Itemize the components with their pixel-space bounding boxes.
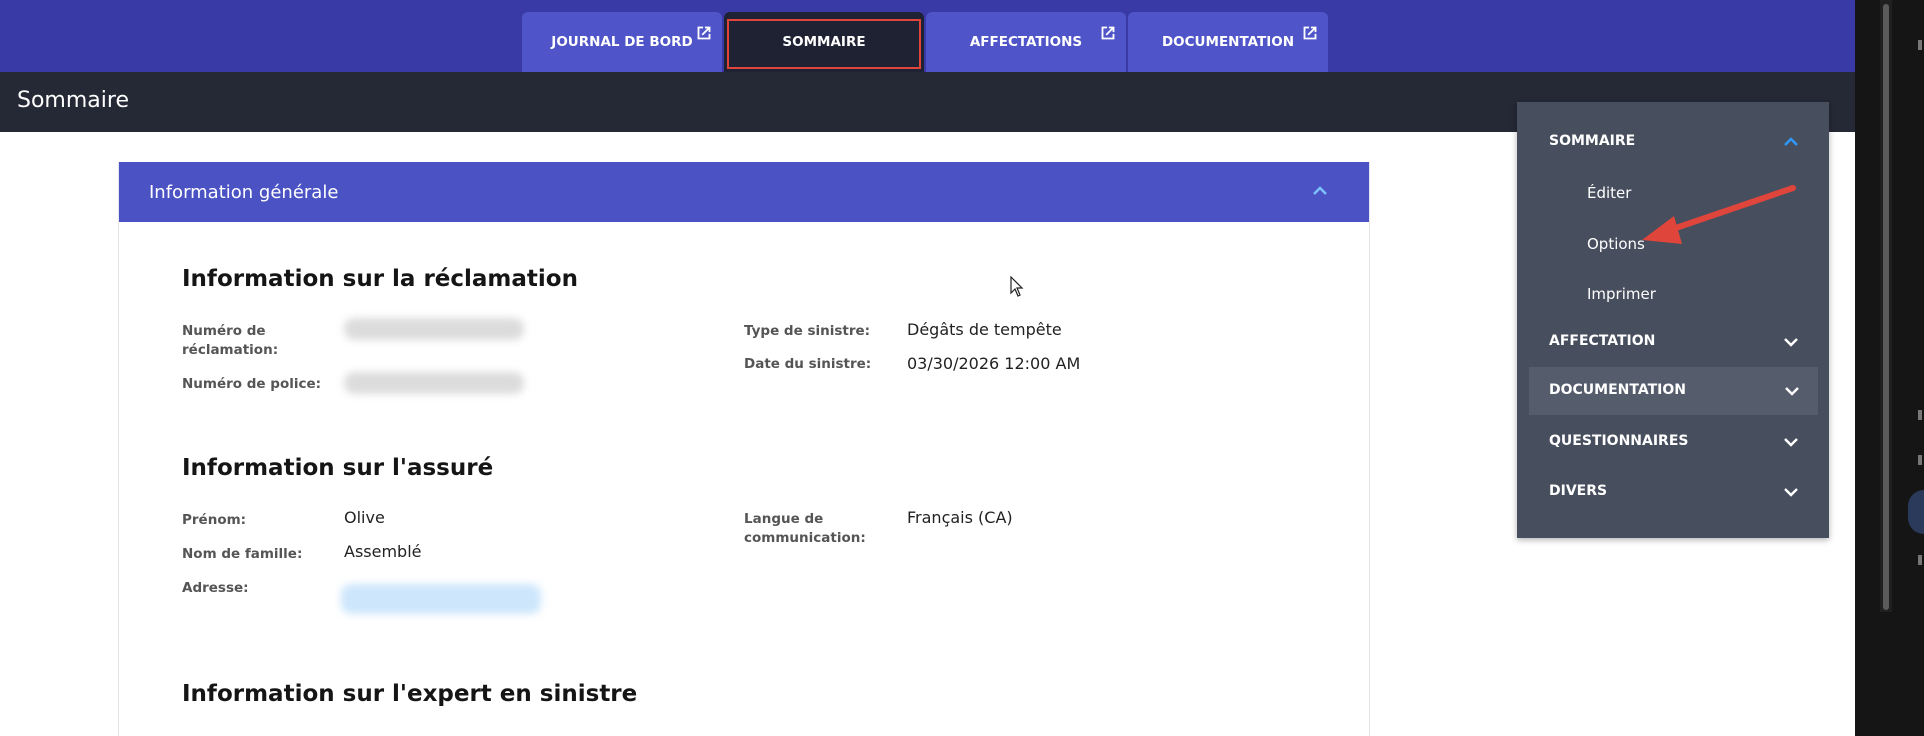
insured-info-title: Information sur l'assuré	[182, 455, 494, 481]
menu-item-affectation[interactable]: AFFECTATION	[1517, 318, 1829, 366]
chevron-up-icon[interactable]	[1783, 136, 1799, 148]
menu-item-label: AFFECTATION	[1549, 333, 1656, 349]
language-value: Français (CA)	[907, 508, 1013, 527]
menu-item-label: QUESTIONNAIRES	[1549, 433, 1689, 449]
highlight-frame	[727, 19, 921, 69]
menu-item-sommaire[interactable]: SOMMAIRE	[1517, 118, 1829, 166]
tab-journal-de-bord[interactable]: JOURNAL DE BORD	[522, 12, 722, 72]
chevron-up-icon[interactable]	[1311, 184, 1329, 198]
annotation-arrow-icon	[1642, 185, 1796, 244]
strip-marker	[1918, 555, 1922, 565]
last-name-value: Assemblé	[344, 542, 422, 561]
top-tab-bar: JOURNAL DE BORD SOMMAIRE AFFECTATIONS DO…	[0, 0, 1855, 72]
menu-item-label: DOCUMENTATION	[1549, 382, 1686, 398]
address-value-redacted[interactable]	[341, 584, 541, 614]
side-menu: SOMMAIRE Éditer Options Imprimer AFFECTA…	[1517, 102, 1829, 538]
tab-label: DOCUMENTATION	[1161, 34, 1295, 50]
claim-number-value-redacted	[344, 318, 524, 340]
general-info-section: Information générale Information sur la …	[118, 162, 1370, 736]
scrollbar-thumb[interactable]	[1883, 4, 1889, 610]
strip-avatar[interactable]	[1908, 490, 1924, 534]
external-link-icon[interactable]	[693, 22, 715, 44]
loss-type-label: Type de sinistre:	[744, 323, 871, 339]
menu-item-divers[interactable]: DIVERS	[1517, 468, 1829, 516]
chevron-down-icon[interactable]	[1783, 336, 1799, 348]
claim-info-title: Information sur la réclamation	[182, 266, 578, 292]
loss-date-label: Date du sinistre:	[744, 356, 872, 372]
tab-label: JOURNAL DE BORD	[551, 34, 693, 50]
loss-type-value: Dégâts de tempête	[907, 320, 1062, 339]
policy-number-label: Numéro de police:	[182, 376, 322, 392]
policy-number-value-redacted	[344, 372, 524, 394]
menu-item-documentation[interactable]: DOCUMENTATION	[1529, 367, 1818, 415]
chevron-down-icon[interactable]	[1783, 486, 1799, 498]
strip-marker	[1918, 455, 1922, 465]
language-label: Langue de communication:	[744, 511, 866, 546]
mouse-cursor-icon	[1010, 276, 1024, 297]
menu-item-label: DIVERS	[1549, 483, 1608, 499]
chevron-down-icon[interactable]	[1783, 436, 1799, 448]
last-name-label: Nom de famille:	[182, 546, 303, 562]
strip-marker	[1918, 410, 1922, 420]
tab-label: AFFECTATIONS	[969, 34, 1083, 50]
section-title: Information générale	[149, 181, 339, 203]
menu-item-label: SOMMAIRE	[1549, 133, 1636, 149]
loss-date-value: 03/30/2026 12:00 AM	[907, 354, 1081, 373]
tab-sommaire[interactable]: SOMMAIRE	[724, 12, 924, 72]
strip-marker	[1918, 40, 1922, 50]
address-label: Adresse:	[182, 580, 249, 596]
claim-number-label: Numéro de réclamation:	[182, 323, 279, 358]
section-header[interactable]: Information générale	[119, 162, 1369, 222]
adjuster-info-title: Information sur l'expert en sinistre	[182, 681, 638, 707]
tab-affectations[interactable]: AFFECTATIONS	[926, 12, 1126, 72]
submenu-item-imprimer[interactable]: Imprimer	[1587, 285, 1656, 303]
first-name-label: Prénom:	[182, 512, 247, 528]
external-link-icon[interactable]	[1097, 22, 1119, 44]
app-window: JOURNAL DE BORD SOMMAIRE AFFECTATIONS DO…	[0, 0, 1924, 736]
external-link-icon[interactable]	[1299, 22, 1321, 44]
menu-item-questionnaires[interactable]: QUESTIONNAIRES	[1517, 418, 1829, 466]
chevron-down-icon[interactable]	[1784, 385, 1800, 397]
submenu-item-editer[interactable]: Éditer	[1587, 184, 1631, 202]
page-title: Sommaire	[17, 88, 129, 113]
tab-documentation[interactable]: DOCUMENTATION	[1128, 12, 1328, 72]
first-name-value: Olive	[344, 508, 385, 527]
